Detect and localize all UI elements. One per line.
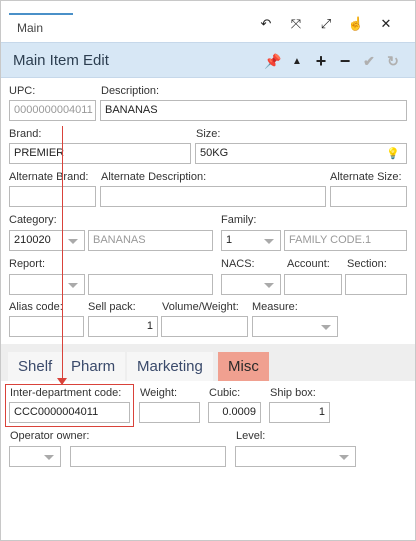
pointer-icon[interactable]: ☝ <box>341 15 371 33</box>
close-icon[interactable]: ✕ <box>371 15 401 33</box>
reset-icon[interactable]: ↻ <box>381 51 405 71</box>
measure-select[interactable] <box>252 316 338 337</box>
size-label: Size: <box>196 128 221 140</box>
annotation-arrow-line <box>62 126 63 384</box>
chevron-down-icon <box>339 455 349 460</box>
chevron-down-icon <box>68 239 78 244</box>
tab-main[interactable]: Main <box>9 13 73 41</box>
size-value: 50KG <box>200 147 229 159</box>
panel-header: Main Item Edit 📌 ▲ + − ✔ ↻ <box>1 42 415 78</box>
tab-pharm[interactable]: Pharm <box>61 352 126 381</box>
alt-description-field[interactable] <box>100 186 326 207</box>
sell-pack-label: Sell pack: <box>88 301 136 313</box>
operator-owner-name-field[interactable] <box>70 446 226 467</box>
alt-brand-field[interactable] <box>9 186 96 207</box>
alt-size-label: Alternate Size: <box>330 171 402 183</box>
level-select[interactable] <box>235 446 356 467</box>
ship-box-field[interactable]: 1 <box>269 402 330 423</box>
section-label: Section: <box>347 258 387 270</box>
check-icon[interactable]: ✔ <box>357 51 381 71</box>
description-label: Description: <box>101 85 160 97</box>
chevron-down-icon <box>264 239 274 244</box>
tab-marketing[interactable]: Marketing <box>127 352 213 381</box>
cubic-label: Cubic: <box>209 387 241 399</box>
brand-label: Brand: <box>9 128 42 140</box>
section-field[interactable] <box>345 274 407 295</box>
chevron-down-icon <box>44 455 54 460</box>
operator-owner-select[interactable] <box>9 446 61 467</box>
brand-field[interactable]: PREMIER <box>9 143 191 164</box>
operator-owner-label: Operator owner: <box>10 430 90 442</box>
account-field[interactable] <box>284 274 342 295</box>
weight-field[interactable] <box>139 402 200 423</box>
level-label: Level: <box>236 430 266 442</box>
category-select[interactable]: 210020 <box>9 230 85 251</box>
header-toolbar: 📌 ▲ + − ✔ ↻ <box>261 51 405 71</box>
top-toolbar: ↶ ⤧ ⤢ ☝ ✕ <box>251 15 401 33</box>
category-code: 210020 <box>14 234 51 246</box>
caret-up-icon[interactable]: ▲ <box>285 51 309 71</box>
lightbulb-icon[interactable]: 💡 <box>386 147 400 160</box>
tab-misc[interactable]: Misc <box>218 352 269 381</box>
alias-code-field[interactable] <box>9 316 84 337</box>
family-label: Family: <box>221 214 257 226</box>
cubic-field[interactable]: 0.0009 <box>208 402 261 423</box>
sell-pack-field[interactable]: 1 <box>88 316 158 337</box>
chevron-down-icon <box>68 283 78 288</box>
tab-shelf[interactable]: Shelf <box>8 352 63 381</box>
upc-label: UPC: <box>9 85 36 97</box>
report-select[interactable] <box>9 274 85 295</box>
top-bar: Main ↶ ⤧ ⤢ ☝ ✕ <box>1 1 415 41</box>
size-field[interactable]: 50KG 💡 <box>195 143 407 164</box>
report-label: Report: <box>9 258 46 270</box>
description-field[interactable]: BANANAS <box>100 100 407 121</box>
undo-icon[interactable]: ↶ <box>251 15 281 33</box>
family-select[interactable]: 1 <box>221 230 281 251</box>
volume-weight-label: Volume/Weight: <box>162 301 239 313</box>
chevron-down-icon <box>321 325 331 330</box>
nacs-label: NACS: <box>221 258 255 270</box>
account-label: Account: <box>287 258 330 270</box>
family-code: 1 <box>226 234 233 246</box>
pin-icon[interactable]: 📌 <box>261 51 285 71</box>
annotation-highlight-box <box>5 384 134 427</box>
ship-box-label: Ship box: <box>270 387 316 399</box>
weight-label: Weight: <box>140 387 178 399</box>
alt-description-label: Alternate Description: <box>101 171 207 183</box>
alt-size-field[interactable] <box>330 186 407 207</box>
chevron-down-icon <box>264 283 274 288</box>
measure-label: Measure: <box>252 301 298 313</box>
alt-brand-label: Alternate Brand: <box>9 171 89 183</box>
page-title: Main Item Edit <box>13 52 109 69</box>
minus-icon[interactable]: − <box>333 51 357 71</box>
expand-icon[interactable]: ⤢ <box>311 15 341 33</box>
collapse-icon[interactable]: ⤧ <box>281 15 311 33</box>
report-name-field[interactable] <box>88 274 213 295</box>
category-label: Category: <box>9 214 57 226</box>
family-name-field: FAMILY CODE.1 <box>284 230 407 251</box>
volume-weight-field[interactable] <box>161 316 248 337</box>
alias-code-label: Alias code: <box>9 301 63 313</box>
category-name-field: BANANAS <box>88 230 213 251</box>
nacs-select[interactable] <box>221 274 281 295</box>
plus-icon[interactable]: + <box>309 51 333 71</box>
upc-field[interactable]: 0000000004011 <box>9 100 96 121</box>
